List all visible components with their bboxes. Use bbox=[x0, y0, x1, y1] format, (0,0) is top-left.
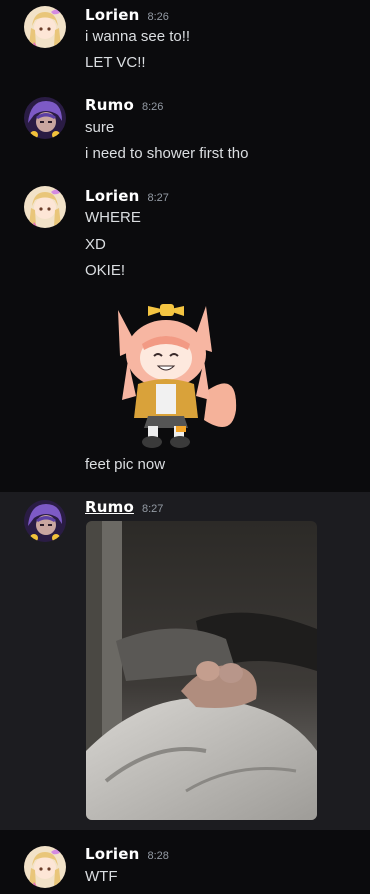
message-group: Lorien 8:28 WTF bbox=[0, 830, 370, 894]
cat-girl-sticker[interactable] bbox=[108, 300, 240, 450]
author-name[interactable]: Lorien bbox=[85, 6, 139, 24]
timestamp[interactable]: 8:27 bbox=[142, 503, 163, 515]
message-text: WTF bbox=[85, 868, 118, 885]
message-text: WHERE bbox=[85, 209, 141, 226]
timestamp[interactable]: 8:26 bbox=[142, 101, 163, 113]
message-text: feet pic now bbox=[85, 456, 166, 473]
message-text: OKIE! bbox=[85, 262, 126, 279]
purple-hair-avatar-icon[interactable] bbox=[24, 500, 66, 542]
message-text: XD bbox=[85, 236, 106, 253]
author-name[interactable]: Rumo bbox=[85, 498, 134, 516]
author-name[interactable]: Lorien bbox=[85, 187, 139, 205]
message-text: sure bbox=[85, 119, 115, 136]
message-group: Lorien 8:26 i wanna see to!! LET VC!! bbox=[0, 0, 370, 90]
timestamp[interactable]: 8:26 bbox=[147, 11, 168, 23]
message-header: Lorien 8:26 bbox=[85, 6, 169, 26]
message-header: Lorien 8:27 bbox=[85, 187, 169, 207]
author-name[interactable]: Rumo bbox=[85, 96, 134, 114]
message-header: Rumo 8:26 bbox=[85, 96, 163, 116]
message-text: LET VC!! bbox=[85, 54, 146, 71]
author-name[interactable]: Lorien bbox=[85, 845, 139, 863]
message-text: i wanna see to!! bbox=[85, 28, 191, 45]
message-header: Rumo 8:27 bbox=[85, 498, 163, 518]
message-group: Rumo 8:26 sure i need to shower first th… bbox=[0, 90, 370, 180]
anime-girl-avatar-icon[interactable] bbox=[24, 846, 66, 888]
purple-hair-avatar-icon[interactable] bbox=[24, 97, 66, 139]
message-text: i need to shower first tho bbox=[85, 145, 249, 162]
message-header: Lorien 8:28 bbox=[85, 845, 169, 865]
timestamp[interactable]: 8:28 bbox=[147, 850, 168, 862]
message-group: Lorien 8:27 WHERE XD OKIE! feet pic now bbox=[0, 180, 370, 492]
photo-attachment[interactable] bbox=[86, 521, 317, 820]
anime-girl-avatar-icon[interactable] bbox=[24, 6, 66, 48]
timestamp[interactable]: 8:27 bbox=[147, 192, 168, 204]
anime-girl-avatar-icon[interactable] bbox=[24, 186, 66, 228]
